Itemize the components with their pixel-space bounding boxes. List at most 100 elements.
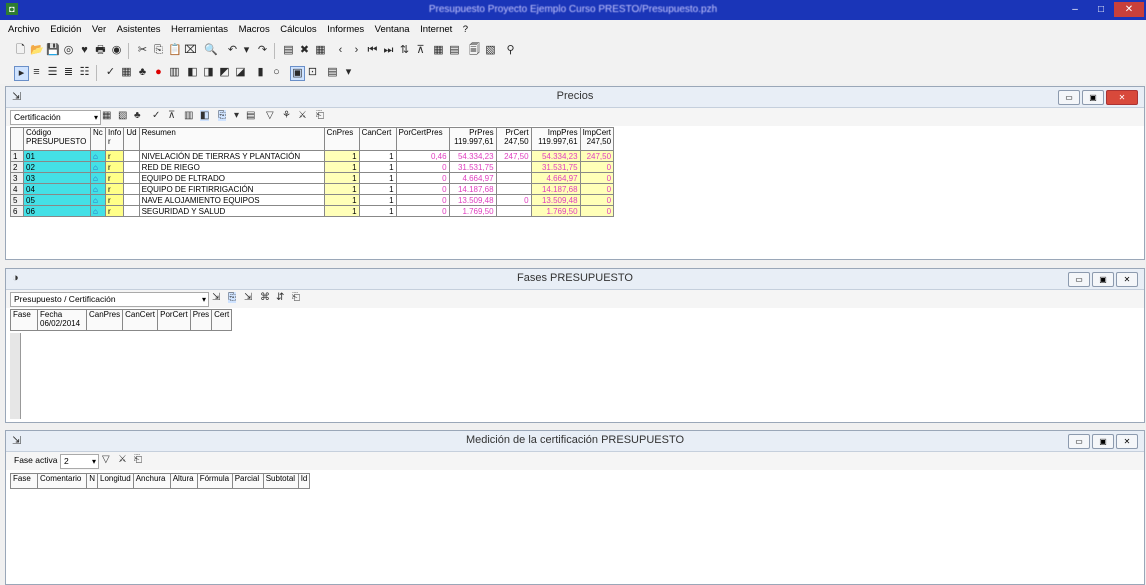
table-cell[interactable] <box>123 194 140 206</box>
backup-icon[interactable]: ◎ <box>62 44 75 57</box>
funnel-icon[interactable]: ▽ <box>102 454 110 465</box>
table-cell[interactable]: 1 <box>358 161 397 173</box>
outline-icon[interactable]: ☷ <box>78 66 91 79</box>
table-row[interactable]: 1 01 ⌂ r NIVELACIÓN DE TIERRAS Y PLANTACIÓN 1… <box>10 150 615 162</box>
table-cell[interactable]: r <box>104 183 125 195</box>
column-header[interactable]: Id <box>297 473 311 489</box>
column-header[interactable]: Longitud <box>97 473 134 489</box>
table-cell[interactable]: 03 <box>23 172 91 184</box>
precios-close-button[interactable]: ✕ <box>1106 90 1138 105</box>
dropdown-icon[interactable]: ▾ <box>234 110 239 121</box>
preview-icon[interactable]: ◉ <box>110 44 123 57</box>
menu-calculos[interactable]: Cálculos <box>276 20 320 40</box>
table-cell[interactable] <box>123 150 140 162</box>
table-cell[interactable]: 1 <box>358 150 397 162</box>
filter-icon[interactable]: ⊼ <box>168 110 175 121</box>
send-icon[interactable]: ♥ <box>78 44 91 57</box>
bars-icon[interactable]: ▥ <box>184 110 193 121</box>
menu-informes[interactable]: Informes <box>323 20 368 40</box>
pointer-icon[interactable]: ⇲ <box>212 292 220 303</box>
table-cell[interactable]: 0 <box>579 183 615 195</box>
table-cell[interactable]: 54.334,23 <box>448 150 497 162</box>
table-cell[interactable]: EQUIPO DE FLTRADO <box>138 172 325 184</box>
house-icon[interactable]: ⌂ <box>90 205 106 217</box>
column-header[interactable]: CanCert <box>122 309 159 331</box>
maximize-button[interactable]: □ <box>1090 2 1112 17</box>
column-header[interactable]: PrPres 119.997,61 <box>448 127 497 151</box>
copy-view-icon[interactable]: ⎘ <box>218 110 226 121</box>
doc-view-icon[interactable]: ▤ <box>246 110 255 121</box>
table-cell[interactable]: 06 <box>23 205 91 217</box>
fases-maximize-button[interactable]: ▣ <box>1092 272 1114 287</box>
column-header[interactable]: Fase <box>10 309 38 331</box>
column-header[interactable]: Cert <box>211 309 233 331</box>
table-icon[interactable]: ▥ <box>168 66 181 79</box>
column-header[interactable]: CnPres <box>323 127 360 151</box>
table-cell[interactable]: 1 <box>358 194 397 206</box>
table-cell[interactable]: 0 <box>579 205 615 217</box>
cut-icon[interactable]: ✂ <box>136 44 149 57</box>
copy-view-icon[interactable]: ⎘ <box>228 292 236 303</box>
first-icon[interactable]: ⏮ <box>366 44 379 57</box>
check-icon[interactable]: ✓ <box>152 110 160 121</box>
frame-icon[interactable]: ⊡ <box>306 66 319 79</box>
doc-b-icon[interactable]: ◨ <box>202 66 215 79</box>
paste-icon[interactable]: 📋 <box>168 44 182 57</box>
copy-icon[interactable]: ⎗ <box>316 110 324 121</box>
column-header[interactable]: Fórmula <box>196 473 233 489</box>
table-row[interactable]: 2 02 ⌂ r RED DE RIEGO 1 1 0 31.531,75 31.531,75 0 <box>10 161 615 173</box>
redo-icon[interactable]: ↷ <box>256 44 269 57</box>
house-icon[interactable]: ⌂ <box>90 194 106 206</box>
table-cell[interactable]: 05 <box>23 194 91 206</box>
column-header[interactable]: N <box>86 473 98 489</box>
precios-maximize-button[interactable]: ▣ <box>1082 90 1104 105</box>
table-cell[interactable] <box>495 161 532 173</box>
window-view-icon[interactable]: ◧ <box>200 110 210 121</box>
table-cell[interactable]: 04 <box>23 183 91 195</box>
table-cell[interactable]: 1.769,50 <box>530 205 581 217</box>
table-cell[interactable]: 1 <box>358 205 397 217</box>
column-header[interactable]: Nc <box>90 127 106 151</box>
undo-dropdown-icon[interactable]: ▾ <box>240 44 253 57</box>
table-cell[interactable]: 4 <box>10 183 24 195</box>
column-header[interactable]: Resumen <box>138 127 325 151</box>
chart-icon[interactable]: ▧ <box>484 44 497 57</box>
table-cell[interactable]: r <box>104 150 125 162</box>
table-cell[interactable]: 1.769,50 <box>448 205 497 217</box>
medicion-maximize-button[interactable]: ▣ <box>1092 434 1114 449</box>
table-cell[interactable]: SEGURIDAD Y SALUD <box>138 205 325 217</box>
menu-herramientas[interactable]: Herramientas <box>167 20 232 40</box>
phase-icon[interactable]: ⇲ <box>244 292 252 303</box>
record-icon[interactable]: ● <box>152 66 165 79</box>
column-header[interactable]: Info r <box>104 127 125 151</box>
chart-view-icon[interactable]: ▧ <box>118 110 127 121</box>
table-cell[interactable]: 1 <box>323 205 360 217</box>
table-cell[interactable]: 14.187,68 <box>530 183 581 195</box>
funnel-icon[interactable]: ▽ <box>266 110 274 121</box>
table-cell[interactable]: r <box>104 194 125 206</box>
minimize-button[interactable]: – <box>1064 2 1086 17</box>
table-cell[interactable]: 1 <box>323 150 360 162</box>
sort-icon[interactable]: ⇅ <box>398 44 411 57</box>
last-icon[interactable]: ⏭ <box>382 44 395 57</box>
fase-activa-select[interactable]: 2 ▾ <box>60 454 99 469</box>
table-cell[interactable]: 0 <box>579 161 615 173</box>
measure-icon[interactable]: ✓ <box>104 66 117 79</box>
column-header[interactable]: Subtotal <box>262 473 299 489</box>
filter-x-icon[interactable]: ⚔ <box>298 110 307 121</box>
window-icon[interactable]: ▣ <box>290 66 305 81</box>
table-cell[interactable]: 0 <box>395 161 450 173</box>
house-icon[interactable]: ⌂ <box>90 172 106 184</box>
layout-icon[interactable]: ▤ <box>326 66 339 79</box>
prev-icon[interactable]: ‹ <box>334 44 347 57</box>
column-header[interactable]: Código PRESUPUESTO <box>23 127 91 151</box>
table-cell[interactable]: EQUIPO DE FIRTIRRIGACIÓN <box>138 183 325 195</box>
table-row[interactable]: 5 05 ⌂ r NAVE ALOJAMIENTO EQUIPOS 1 1 0 13.509,4… <box>10 194 615 206</box>
table-cell[interactable]: 31.531,75 <box>530 161 581 173</box>
column-header[interactable]: Altura <box>169 473 198 489</box>
new-file-icon[interactable]: 🗋 <box>14 44 27 57</box>
people-icon[interactable]: ♣ <box>136 66 149 79</box>
table-cell[interactable]: 0 <box>579 172 615 184</box>
column-header[interactable]: CanCert <box>358 127 397 151</box>
undo-icon[interactable]: ↶ <box>226 44 239 57</box>
